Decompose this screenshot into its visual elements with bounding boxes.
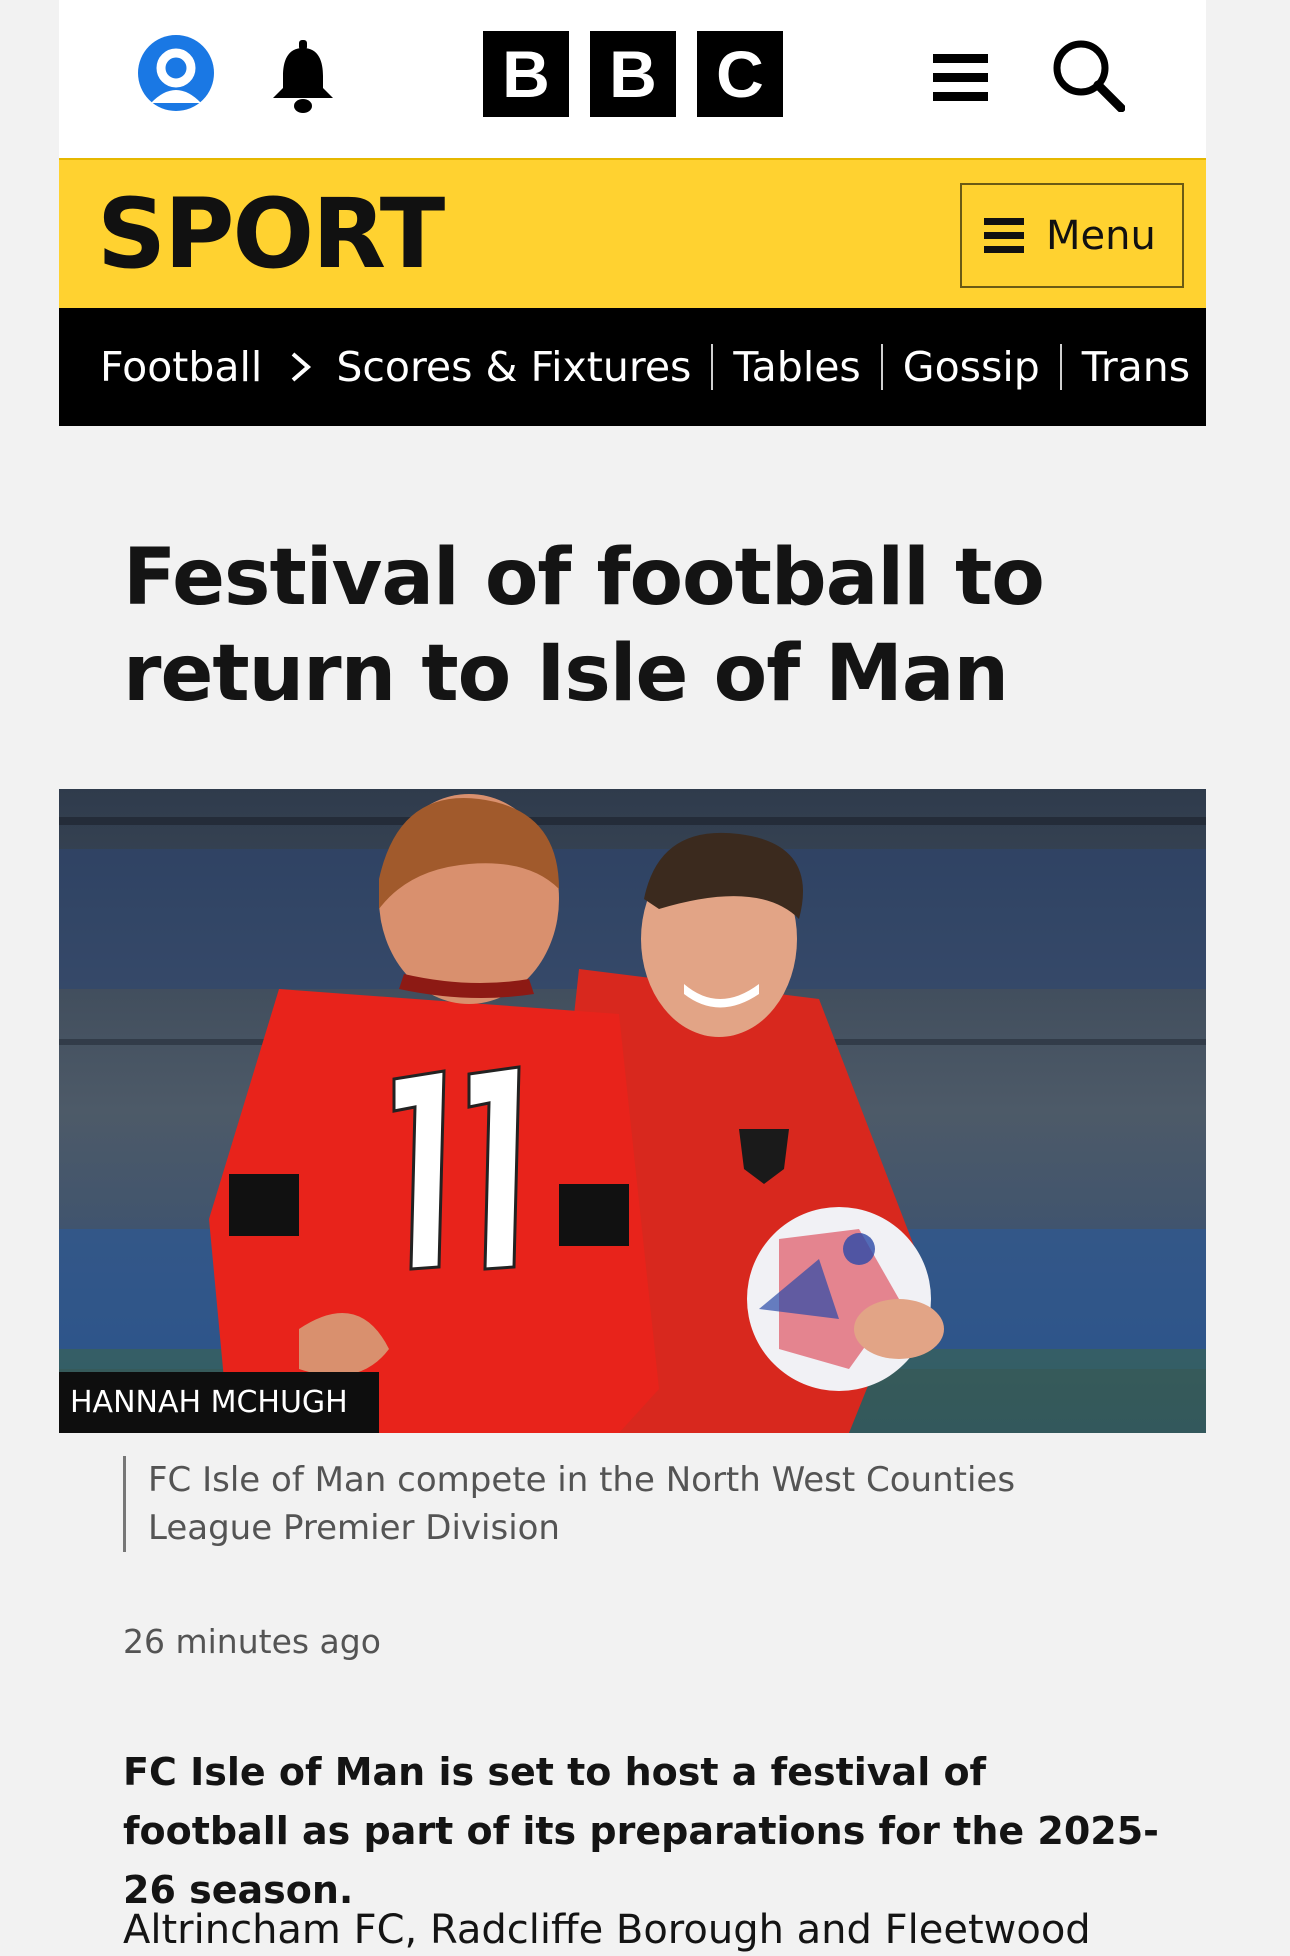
nav-item-scores-fixtures[interactable]: Scores & Fixtures xyxy=(336,343,691,391)
sport-menu-button[interactable]: Menu xyxy=(960,183,1184,288)
article-timestamp: 26 minutes ago xyxy=(123,1622,381,1661)
image-caption: FC Isle of Man compete in the North West… xyxy=(123,1456,1083,1552)
chevron-right-icon xyxy=(292,352,312,382)
sport-title[interactable]: SPORT xyxy=(97,182,445,286)
footballers-photo xyxy=(59,789,1206,1433)
bbc-logo-letter: C xyxy=(697,31,783,117)
nav-item-football[interactable]: Football xyxy=(100,343,262,391)
bbc-logo-letter: B xyxy=(590,31,676,117)
menu-icon xyxy=(984,217,1024,253)
article-hero-image xyxy=(59,789,1206,1433)
sport-nav: Football Scores & Fixtures Tables Gossip… xyxy=(59,308,1206,426)
image-credit: HANNAH MCHUGH xyxy=(59,1372,379,1433)
article-headline: Festival of football to return to Isle o… xyxy=(123,533,1045,719)
menu-label: Menu xyxy=(1046,212,1156,259)
bbc-logo[interactable]: B B C xyxy=(483,31,783,117)
bell-icon[interactable] xyxy=(269,40,337,114)
search-icon[interactable] xyxy=(1051,38,1125,112)
account-icon[interactable] xyxy=(135,35,217,111)
nav-item-tables[interactable]: Tables xyxy=(733,343,860,391)
global-header: B B C xyxy=(59,0,1206,158)
nav-divider xyxy=(880,344,883,390)
nav-divider xyxy=(1059,344,1062,390)
nav-divider xyxy=(711,344,714,390)
hamburger-icon[interactable] xyxy=(933,54,988,102)
article-body-paragraph: Altrincham FC, Radcliffe Borough and Fle… xyxy=(123,1907,1091,1953)
bbc-sport-article-page: B B C SPORT Menu Football Scores & Fixtu… xyxy=(0,0,1290,1956)
article-lead: FC Isle of Man is set to host a festival… xyxy=(123,1750,1159,1912)
nav-item-transfers[interactable]: Trans xyxy=(1082,343,1190,391)
bbc-logo-letter: B xyxy=(483,31,569,117)
sport-banner: SPORT Menu xyxy=(59,158,1206,308)
nav-item-gossip[interactable]: Gossip xyxy=(903,343,1040,391)
